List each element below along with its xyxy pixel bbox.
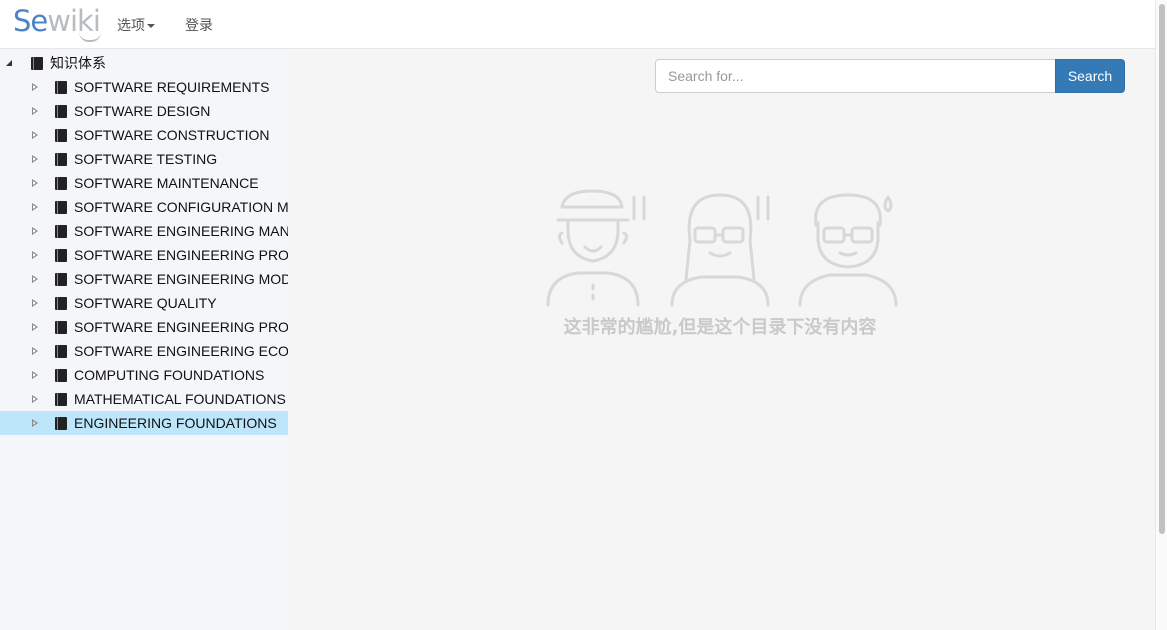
expand-toggle-icon[interactable] [32, 347, 38, 355]
expand-toggle-icon[interactable] [32, 107, 38, 115]
tree-item[interactable]: SOFTWARE ENGINEERING MANAGEMENT [0, 219, 288, 243]
tree-item-label: COMPUTING FOUNDATIONS [74, 367, 265, 383]
expand-toggle-icon[interactable] [32, 203, 38, 211]
top-navbar: Sewiki 选项 登录 [0, 0, 1155, 49]
empty-state-message: 这非常的尴尬,但是这个目录下没有内容 [563, 317, 877, 338]
book-icon [55, 105, 67, 118]
expand-toggle-icon[interactable] [32, 395, 38, 403]
expand-toggle-icon[interactable] [32, 251, 38, 259]
tree-item[interactable]: ENGINEERING FOUNDATIONS [0, 411, 288, 435]
expand-toggle-icon[interactable] [32, 131, 38, 139]
tree-item[interactable]: COMPUTING FOUNDATIONS [0, 363, 288, 387]
tree-item-label: ENGINEERING FOUNDATIONS [74, 415, 277, 431]
book-icon [55, 345, 67, 358]
tree-root-node[interactable]: 知识体系 [0, 51, 288, 75]
book-icon [55, 297, 67, 310]
tree-item-label: SOFTWARE REQUIREMENTS [74, 79, 270, 95]
options-label: 选项 [117, 17, 145, 33]
tree-item[interactable]: SOFTWARE ENGINEERING MODELS AND METHODS [0, 267, 288, 291]
tree-item[interactable]: SOFTWARE MAINTENANCE [0, 171, 288, 195]
tree-item[interactable]: SOFTWARE ENGINEERING ECONOMICS [0, 339, 288, 363]
login-label: 登录 [185, 17, 213, 33]
tree-item-label: SOFTWARE DESIGN [74, 103, 211, 119]
empty-state-illustration [546, 189, 898, 307]
book-icon [55, 225, 67, 238]
book-icon [55, 417, 67, 430]
expand-toggle-icon[interactable] [6, 60, 12, 66]
expand-toggle-icon[interactable] [32, 419, 38, 427]
tree-item-label: SOFTWARE ENGINEERING MODELS AND METHODS [74, 271, 288, 287]
expand-toggle-icon[interactable] [32, 179, 38, 187]
tree-item-label: SOFTWARE QUALITY [74, 295, 217, 311]
book-icon [55, 129, 67, 142]
tree-item[interactable]: SOFTWARE CONFIGURATION MANAGEMENT [0, 195, 288, 219]
tree-item[interactable]: SOFTWARE CONSTRUCTION [0, 123, 288, 147]
tree-item[interactable]: SOFTWARE ENGINEERING PROCESS [0, 243, 288, 267]
expand-toggle-icon[interactable] [32, 299, 38, 307]
tree-item-label: SOFTWARE ENGINEERING ECONOMICS [74, 343, 288, 359]
knowledge-tree-sidebar: 知识体系 SOFTWARE REQUIREMENTS SOFTWARE DESIG… [0, 50, 288, 630]
expand-toggle-icon[interactable] [32, 371, 38, 379]
book-icon [55, 393, 67, 406]
tree-item[interactable]: SOFTWARE REQUIREMENTS [0, 75, 288, 99]
tree-item[interactable]: SOFTWARE ENGINEERING PROFESSIONAL PRACTI… [0, 315, 288, 339]
tree-item-label: SOFTWARE ENGINEERING PROCESS [74, 247, 288, 263]
expand-toggle-icon[interactable] [32, 227, 38, 235]
tree-item[interactable]: SOFTWARE TESTING [0, 147, 288, 171]
book-icon [55, 201, 67, 214]
tree-item-label: MATHEMATICAL FOUNDATIONS [74, 391, 286, 407]
options-dropdown[interactable]: 选项 [117, 15, 155, 35]
tree-item[interactable]: SOFTWARE QUALITY [0, 291, 288, 315]
expand-toggle-icon[interactable] [32, 155, 38, 163]
tree-item[interactable]: MATHEMATICAL FOUNDATIONS [0, 387, 288, 411]
page-scrollbar[interactable] [1155, 0, 1167, 630]
tree-item-label: SOFTWARE TESTING [74, 151, 218, 167]
expand-toggle-icon[interactable] [32, 275, 38, 283]
book-icon [55, 153, 67, 166]
tree-item-label: SOFTWARE ENGINEERING MANAGEMENT [74, 223, 288, 239]
book-icon [55, 321, 67, 334]
logo-text-se: Se [13, 4, 48, 38]
caret-down-icon [147, 24, 155, 29]
tree-root-label: 知识体系 [50, 55, 106, 71]
book-icon [55, 81, 67, 94]
tree-item-label: SOFTWARE ENGINEERING PROFESSIONAL PRACTI… [74, 319, 288, 335]
login-link[interactable]: 登录 [185, 15, 213, 35]
expand-toggle-icon[interactable] [32, 323, 38, 331]
sewiki-logo[interactable]: Sewiki [13, 4, 101, 42]
scrollbar-thumb[interactable] [1159, 4, 1165, 534]
person-hat-icon [546, 189, 646, 307]
book-icon [31, 57, 43, 70]
book-icon [55, 273, 67, 286]
tree-item[interactable]: SOFTWARE DESIGN [0, 99, 288, 123]
search-button[interactable]: Search [1055, 59, 1125, 93]
expand-toggle-icon[interactable] [32, 83, 38, 91]
tree-item-label: SOFTWARE CONSTRUCTION [74, 127, 270, 143]
tree-item-label: SOFTWARE MAINTENANCE [74, 175, 259, 191]
logo-smile-icon [79, 32, 101, 42]
tree-item-label: SOFTWARE CONFIGURATION MANAGEMENT [74, 199, 288, 215]
person-glasses-man-icon [798, 193, 898, 307]
person-glasses-woman-icon [670, 193, 770, 307]
book-icon [55, 177, 67, 190]
search-input[interactable] [655, 59, 1056, 93]
book-icon [55, 369, 67, 382]
book-icon [55, 249, 67, 262]
